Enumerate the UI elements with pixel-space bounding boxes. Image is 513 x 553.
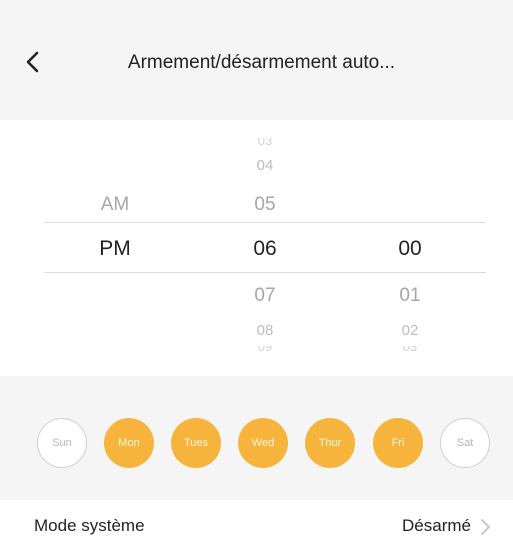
- ampm-selected[interactable]: PM: [80, 237, 150, 261]
- hour-option[interactable]: 08: [230, 322, 300, 339]
- minute-option-faded: 03: [402, 346, 418, 354]
- day-label: Tues: [183, 437, 209, 449]
- header: Armement/désarmement auto...: [0, 16, 513, 120]
- day-fri-button[interactable]: Fri: [373, 418, 423, 468]
- hour-selected[interactable]: 06: [230, 237, 300, 261]
- time-picker[interactable]: AM PM 03 04 05 06 07 08 09 00 01 02 03: [0, 120, 513, 376]
- system-mode-row[interactable]: Mode système Désarmé: [0, 500, 513, 553]
- day-label: Sun: [52, 437, 72, 449]
- hour-option[interactable]: 05: [230, 194, 300, 216]
- day-label: Wed: [251, 437, 275, 449]
- system-mode-label: Mode système: [34, 516, 145, 535]
- chevron-right-icon: [481, 519, 490, 535]
- picker-divider-bottom: [44, 272, 486, 273]
- hour-option-faded: 03: [257, 138, 273, 146]
- day-wed-button[interactable]: Wed: [238, 418, 288, 468]
- picker-divider-top: [44, 222, 486, 223]
- minute-option[interactable]: 01: [375, 285, 445, 307]
- day-label: Mon: [118, 437, 140, 449]
- hour-option[interactable]: 04: [230, 157, 300, 174]
- hour-option[interactable]: 07: [230, 285, 300, 307]
- day-selector: Sun Mon Tues Wed Thur Fri Sat: [0, 376, 513, 500]
- ampm-option[interactable]: AM: [80, 194, 150, 216]
- status-bar: [0, 0, 513, 16]
- system-mode-value: Désarmé: [402, 516, 471, 535]
- day-label: Sat: [456, 437, 474, 449]
- day-thur-button[interactable]: Thur: [305, 418, 355, 468]
- minute-option[interactable]: 02: [375, 322, 445, 339]
- hour-option-faded: 09: [257, 346, 273, 354]
- day-tues-button[interactable]: Tues: [171, 418, 221, 468]
- day-label: Thur: [318, 437, 342, 449]
- minute-selected[interactable]: 00: [375, 237, 445, 261]
- day-mon-button[interactable]: Mon: [104, 418, 154, 468]
- page-title: Armement/désarmement auto...: [127, 52, 396, 73]
- day-sun-button[interactable]: Sun: [37, 418, 87, 468]
- day-label: Fri: [391, 437, 405, 449]
- day-sat-button[interactable]: Sat: [440, 418, 490, 468]
